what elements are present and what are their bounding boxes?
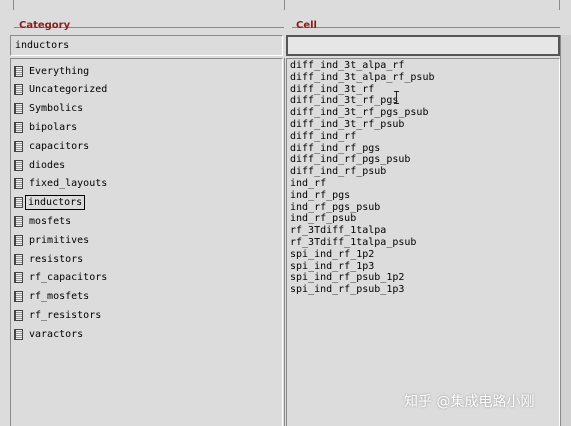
cell-filter-input[interactable] (286, 35, 560, 56)
cell-item[interactable]: diff_ind_rf_pgs_psub (290, 154, 410, 166)
category-item[interactable]: bipolars (14, 119, 77, 135)
frame-tick (284, 0, 285, 10)
book-icon (14, 215, 23, 227)
text-cursor-icon (394, 91, 399, 104)
category-item-label: resistors (29, 253, 84, 265)
category-item[interactable]: rf_mosfets (14, 289, 89, 305)
category-item[interactable]: primitives (14, 232, 89, 248)
category-item[interactable]: fixed_layouts (14, 176, 107, 192)
cell-item[interactable]: diff_ind_3t_rf_pgs_psub (290, 107, 428, 119)
category-item[interactable]: Everything (14, 63, 89, 79)
cell-item[interactable]: spi_ind_rf_1p3 (290, 261, 374, 273)
cell-item[interactable]: rf_3Tdiff_1talpa (290, 225, 386, 237)
vertical-scrollbar[interactable] (560, 35, 571, 426)
category-item-label: varactors (29, 328, 84, 340)
book-icon (14, 309, 23, 321)
category-item[interactable]: rf_resistors (14, 307, 101, 323)
book-icon (14, 253, 23, 265)
frame-tick (13, 0, 14, 10)
cell-item[interactable]: diff_ind_3t_alpa_rf (290, 60, 404, 72)
cell-item[interactable]: diff_ind_3t_rf (290, 84, 374, 96)
category-item-label: rf_mosfets (29, 291, 90, 303)
cell-header: Cell (296, 20, 317, 31)
category-item[interactable]: Uncategorized (14, 82, 107, 98)
book-icon (14, 121, 23, 133)
book-icon (14, 84, 23, 96)
category-item-label: inductors (24, 195, 86, 211)
cell-item[interactable]: diff_ind_3t_rf_pgs (290, 95, 398, 107)
cell-item[interactable]: diff_ind_rf_psub (290, 166, 386, 178)
category-item-label: mosfets (29, 215, 72, 227)
category-item-label: bipolars (29, 121, 78, 133)
book-icon (14, 103, 23, 115)
book-icon (14, 234, 23, 246)
cell-item[interactable]: ind_rf_pgs (290, 190, 350, 202)
category-item[interactable]: resistors (14, 251, 83, 267)
cell-item[interactable]: diff_ind_3t_alpa_rf_psub (290, 72, 435, 84)
category-item-label: rf_resistors (29, 309, 102, 321)
cell-item[interactable]: ind_rf_psub (290, 213, 356, 225)
frame-tick (559, 0, 560, 10)
book-icon (14, 140, 23, 152)
category-header: Category (19, 20, 71, 31)
category-item[interactable]: varactors (14, 326, 83, 342)
cell-item[interactable]: diff_ind_3t_rf_psub (290, 119, 404, 131)
book-icon (14, 65, 23, 77)
book-icon (14, 272, 23, 284)
book-icon (14, 159, 23, 171)
book-icon (14, 328, 23, 340)
book-icon (14, 197, 23, 209)
category-item[interactable]: rf_capacitors (14, 270, 107, 286)
cell-item[interactable]: ind_rf (290, 178, 326, 190)
category-item[interactable]: mosfets (14, 213, 71, 229)
category-item-label: primitives (29, 234, 90, 246)
category-filter-input[interactable]: inductors (10, 35, 283, 56)
category-item[interactable]: inductors (14, 195, 86, 211)
category-item-label: diodes (29, 159, 66, 171)
cell-item[interactable]: spi_ind_rf_psub_1p2 (290, 272, 404, 284)
cell-item[interactable]: spi_ind_rf_1p2 (290, 249, 374, 261)
cell-item[interactable]: spi_ind_rf_psub_1p3 (290, 284, 404, 296)
category-item-label: fixed_layouts (29, 178, 108, 190)
watermark-text: 知乎 @集成电路小刚 (404, 394, 535, 410)
book-icon (14, 291, 23, 303)
book-icon (14, 178, 23, 190)
cell-item[interactable]: rf_3Tdiff_1talpa_psub (290, 237, 416, 249)
category-item-label: rf_capacitors (29, 272, 108, 284)
category-item[interactable]: capacitors (14, 138, 89, 154)
category-item-label: Uncategorized (29, 84, 108, 96)
cell-frame-line (292, 27, 560, 28)
category-item-label: Everything (29, 65, 90, 77)
category-item-label: Symbolics (29, 103, 84, 115)
category-item-label: capacitors (29, 140, 90, 152)
panel-divider[interactable] (284, 58, 285, 426)
category-item[interactable]: Symbolics (14, 101, 83, 117)
cell-item[interactable]: diff_ind_rf (290, 131, 356, 143)
cell-item[interactable]: diff_ind_rf_pgs (290, 143, 380, 155)
category-item[interactable]: diodes (14, 157, 65, 173)
cell-item[interactable]: ind_rf_pgs_psub (290, 202, 380, 214)
